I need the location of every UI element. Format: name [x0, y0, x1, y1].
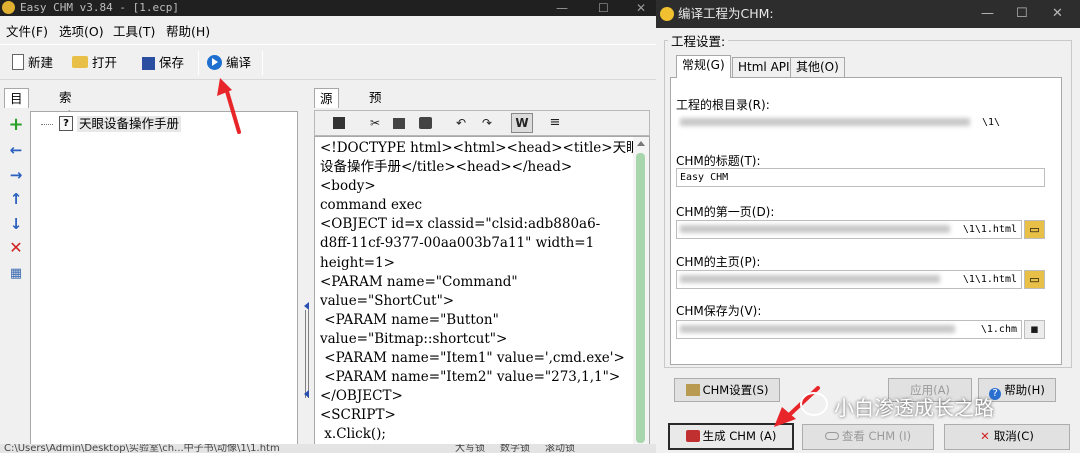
status-caps: 大写锁: [455, 444, 485, 453]
tree-connector: [41, 124, 53, 125]
cut-icon[interactable]: ✂: [367, 115, 383, 131]
tab-source[interactable]: 源文件: [314, 88, 339, 144]
chm-settings-button[interactable]: CHM设置(S): [674, 378, 780, 402]
tab-html-api[interactable]: Html API: [732, 57, 796, 77]
blurred-path: [680, 275, 940, 283]
chm-title-label: CHM的标题(T):: [676, 154, 761, 168]
compile-button[interactable]: 编译: [207, 53, 251, 73]
arrow-right-icon[interactable]: →: [8, 167, 24, 183]
browse-folder-icon[interactable]: ▭: [1024, 220, 1045, 239]
root-dir-label: 工程的根目录(R):: [676, 98, 770, 112]
annotation-arrow-icon: [217, 78, 241, 134]
browse-folder-icon[interactable]: ▭: [1024, 270, 1045, 289]
format-icon[interactable]: ≡: [547, 115, 563, 131]
save-as-field[interactable]: \1.chm: [676, 320, 1022, 339]
group-caption: 工程设置:: [668, 31, 729, 50]
save-as-label: CHM保存为(V):: [676, 304, 762, 318]
collapse-arrow-icon[interactable]: [304, 390, 309, 398]
dialog-titlebar: 编译工程为CHM: — ☐ ✕: [656, 0, 1080, 28]
tab-other[interactable]: 其他(O): [790, 57, 845, 77]
tab-index[interactable]: 索引: [54, 88, 77, 124]
editor-text[interactable]: <!DOCTYPE html><html><head><title>天眼 设备操…: [315, 137, 649, 445]
menu-options[interactable]: 选项(O): [59, 21, 104, 40]
glasses-icon: [824, 432, 839, 440]
delete-icon[interactable]: ✕: [8, 240, 24, 256]
folder-open-icon: [72, 56, 88, 68]
main-toolbar: 新建 打开 保存 编译: [0, 44, 656, 80]
collapse-arrow-icon[interactable]: [304, 302, 309, 310]
watermark-text: 小白渗透成长之路: [834, 396, 994, 420]
main-window-title: Easy CHM v3.84 - [1.ecp]: [20, 1, 179, 14]
book-icon: [685, 430, 700, 442]
menu-help[interactable]: 帮助(H): [166, 21, 210, 40]
add-icon[interactable]: +: [8, 116, 24, 134]
pane-splitter[interactable]: [302, 88, 312, 453]
minimize-icon[interactable]: —: [556, 0, 568, 16]
status-num: 数字锁: [500, 444, 530, 453]
menu-tools[interactable]: 工具(T): [113, 21, 155, 40]
open-button[interactable]: 打开: [72, 53, 117, 73]
floppy-disk-icon[interactable]: ▪: [1024, 320, 1045, 339]
word-wrap-icon[interactable]: W: [511, 113, 533, 133]
properties-icon[interactable]: ▦: [8, 266, 24, 282]
tab-toc[interactable]: 目录: [4, 88, 29, 125]
arrow-up-icon[interactable]: ↑: [8, 191, 24, 207]
dialog-title: 编译工程为CHM:: [678, 6, 774, 21]
home-page-label: CHM的主页(P):: [676, 255, 761, 269]
new-file-icon: [12, 54, 24, 70]
scroll-up-icon[interactable]: [637, 141, 645, 146]
app-icon: [660, 7, 674, 21]
chm-title-field[interactable]: Easy CHM: [676, 168, 1045, 187]
paste-icon[interactable]: [419, 117, 432, 129]
tree-side-toolbar: + ← → ↑ ↓ ✕ ▦: [4, 111, 28, 453]
close-icon[interactable]: ✕: [1052, 0, 1063, 28]
tree-node[interactable]: 天眼设备操作手册: [77, 116, 182, 132]
redo-icon[interactable]: ↷: [479, 115, 495, 131]
source-editor[interactable]: <!DOCTYPE html><html><head><title>天眼 设备操…: [314, 136, 650, 453]
settings-icon: [685, 384, 700, 396]
cancel-x-icon: ✕: [980, 429, 990, 443]
compile-dialog: 编译工程为CHM: — ☐ ✕ 工程设置: 常规(G) Html API 其他(…: [656, 0, 1080, 453]
first-page-label: CHM的第一页(D):: [676, 205, 775, 219]
maximize-icon[interactable]: ☐: [1016, 0, 1028, 28]
editor-toolbar: ✂ ↶ ↷ W ≡: [314, 110, 650, 136]
floppy-disk-icon: [142, 57, 155, 70]
main-window: Easy CHM v3.84 - [1.ecp] — ☐ ✕ 文件(F) 选项(…: [0, 0, 656, 453]
minimize-icon[interactable]: —: [981, 0, 994, 28]
play-circle-icon: [207, 55, 222, 70]
root-dir-field[interactable]: \1\: [676, 113, 1005, 132]
arrow-down-icon[interactable]: ↓: [8, 216, 24, 232]
arrow-left-icon[interactable]: ←: [8, 142, 24, 158]
app-icon: [2, 1, 15, 14]
help-page-icon: ?: [59, 116, 73, 131]
maximize-icon[interactable]: ☐: [598, 0, 609, 16]
splitter-grip[interactable]: [305, 310, 309, 398]
blurred-path: [680, 325, 955, 333]
cancel-button[interactable]: ✕ 取消(C): [944, 424, 1070, 450]
blurred-path: [680, 118, 970, 126]
menu-file[interactable]: 文件(F): [6, 21, 48, 40]
status-path: C:\Users\Admin\Desktop\实验室\ch...中子书\动像\1…: [4, 444, 280, 453]
tab-preview[interactable]: 预览: [364, 88, 387, 124]
menu-bar: 文件(F) 选项(O) 工具(T) 帮助(H): [0, 18, 656, 40]
save-button[interactable]: 保存: [142, 53, 184, 73]
stop-icon[interactable]: [333, 117, 345, 129]
copy-icon[interactable]: [393, 118, 405, 129]
toolbar-separator: [198, 51, 199, 75]
close-icon[interactable]: ✕: [636, 0, 646, 16]
main-titlebar: Easy CHM v3.84 - [1.ecp] — ☐ ✕: [0, 0, 656, 16]
toolbar-separator: [262, 51, 263, 75]
tab-general[interactable]: 常规(G): [676, 55, 731, 78]
blurred-path: [680, 225, 950, 233]
first-page-field[interactable]: \1\1.html: [676, 220, 1022, 239]
status-bar: C:\Users\Admin\Desktop\实验室\ch...中子书\动像\1…: [0, 444, 656, 453]
home-page-field[interactable]: \1\1.html: [676, 270, 1022, 289]
new-button[interactable]: 新建: [12, 53, 53, 73]
editor-scrollbar[interactable]: [633, 137, 649, 452]
scroll-thumb[interactable]: [636, 153, 645, 443]
status-scroll: 滚动锁: [545, 444, 575, 453]
wechat-logo-icon: [800, 392, 828, 416]
undo-icon[interactable]: ↶: [453, 115, 469, 131]
toc-tree: ? 天眼设备操作手册: [30, 111, 298, 453]
